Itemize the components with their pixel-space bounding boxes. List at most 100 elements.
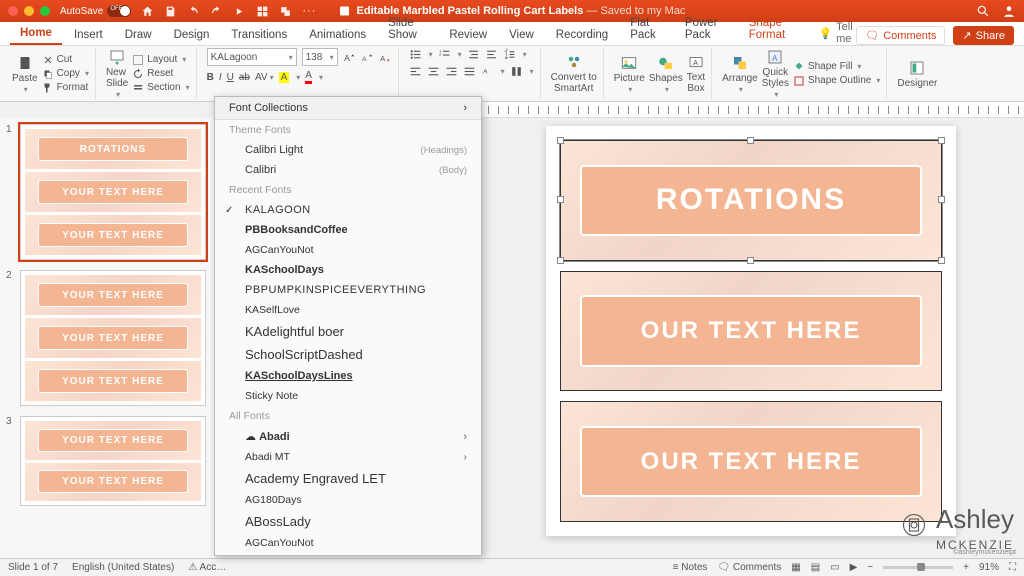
grow-font-icon[interactable]: A	[343, 51, 356, 64]
font-agcouchpotato[interactable]: AGCouchPotato	[215, 553, 481, 556]
font-calibri[interactable]: Calibri(Body)	[215, 160, 481, 180]
share-button[interactable]: ↗ Share	[953, 26, 1014, 45]
spacing-button[interactable]: AV▾	[255, 72, 274, 83]
view-reading-icon[interactable]: ▭	[830, 562, 839, 573]
cut-button[interactable]: Cut	[42, 54, 89, 66]
font-agcanyounot[interactable]: AGCanYouNot	[215, 240, 481, 260]
window-controls[interactable]	[8, 6, 50, 16]
font-pbbooks[interactable]: PBBooksandCoffee	[215, 220, 481, 240]
label-shape-2[interactable]: OUR TEXT HERE	[560, 271, 942, 392]
redo-icon[interactable]	[210, 5, 223, 18]
shrink-font-icon[interactable]: A	[361, 51, 374, 64]
undo-icon[interactable]	[187, 5, 200, 18]
font-abadi-mt[interactable]: Abadi MT›	[215, 447, 481, 467]
font-color-button[interactable]: A	[305, 70, 312, 84]
textbox-button[interactable]: AText Box	[687, 53, 705, 94]
tab-flatpack[interactable]: Flat Pack	[620, 13, 673, 45]
accessibility-indicator[interactable]: ⚠ Acc…	[188, 562, 226, 573]
shape-outline-button[interactable]: Shape Outline▾	[793, 75, 880, 87]
search-icon[interactable]	[976, 4, 990, 18]
justify-icon[interactable]	[463, 65, 476, 78]
zoom-slider[interactable]	[883, 566, 953, 569]
quick-styles-button[interactable]: AQuick Styles▾	[762, 48, 789, 99]
designer-button[interactable]: Designer	[897, 59, 937, 89]
font-kaselflove[interactable]: KASelfLove	[215, 300, 481, 320]
bullets-icon[interactable]	[409, 48, 422, 61]
tab-transitions[interactable]: Transitions	[221, 25, 297, 45]
align-center-icon[interactable]	[427, 65, 440, 78]
bold-button[interactable]: B	[207, 72, 214, 83]
view-sorter-icon[interactable]: ▤	[811, 562, 820, 573]
numbering-icon[interactable]: 12	[438, 48, 451, 61]
font-kaschooldayslines[interactable]: KASchoolDaysLines	[215, 366, 481, 386]
tab-animations[interactable]: Animations	[299, 25, 376, 45]
copy-button[interactable]: Copy▾	[42, 68, 89, 80]
font-ag180days[interactable]: AG180Days	[215, 490, 481, 510]
shape-fill-button[interactable]: Shape Fill▾	[793, 61, 880, 73]
shapes-button[interactable]: Shapes▾	[649, 54, 683, 94]
tab-insert[interactable]: Insert	[64, 25, 113, 45]
view-normal-icon[interactable]: ▦	[791, 562, 800, 573]
autosave-toggle[interactable]: AutoSave OFF	[60, 5, 131, 17]
layout-button[interactable]: Layout▾	[132, 54, 189, 66]
font-size-combo[interactable]: 138▾	[302, 48, 338, 66]
font-kaschooldays[interactable]: KASchoolDays	[215, 260, 481, 280]
indent-right-icon[interactable]	[485, 48, 498, 61]
comments-button[interactable]: 🗨 Comments	[856, 26, 945, 45]
font-collections-item[interactable]: Font Collections›	[215, 97, 481, 120]
zoom-out-icon[interactable]: −	[867, 562, 873, 573]
clear-format-icon[interactable]: A	[379, 51, 392, 64]
new-slide-button[interactable]: New Slide▾	[106, 48, 128, 99]
font-kalagoon[interactable]: ✓KALAGOON	[215, 200, 481, 220]
tab-view[interactable]: View	[499, 25, 544, 45]
tab-shape-format[interactable]: Shape Format	[739, 13, 809, 45]
highlight-button[interactable]: A	[279, 72, 290, 83]
notes-button[interactable]: ≡ Notes	[673, 562, 708, 573]
tab-home[interactable]: Home	[10, 23, 62, 45]
font-calibri-light[interactable]: Calibri Light(Headings)	[215, 140, 481, 160]
minimize-icon[interactable]	[24, 6, 34, 16]
underline-button[interactable]: U	[227, 72, 234, 83]
strike-button[interactable]: ab	[239, 72, 250, 83]
fit-window-icon[interactable]: ⛶	[1009, 562, 1016, 573]
zoom-in-icon[interactable]: +	[963, 562, 969, 573]
font-name-combo[interactable]: KALagoon▾	[207, 48, 297, 66]
columns-icon[interactable]	[510, 65, 523, 78]
fullscreen-icon[interactable]	[40, 6, 50, 16]
font-abadi[interactable]: ☁ Abadi›	[215, 426, 481, 447]
layers-icon[interactable]	[256, 5, 269, 18]
account-icon[interactable]	[1002, 4, 1016, 18]
tab-draw[interactable]: Draw	[115, 25, 162, 45]
font-pbpumpkin[interactable]: PBPUMPKINSPICEEVERYTHING	[215, 280, 481, 300]
line-spacing-icon[interactable]	[503, 48, 516, 61]
present-icon[interactable]	[233, 5, 246, 18]
thumbnail-1[interactable]: ROTATIONS YOUR TEXT HERE YOUR TEXT HERE	[20, 124, 206, 260]
font-kadelightful[interactable]: KAdelightful boer	[215, 320, 481, 343]
italic-button[interactable]: I	[219, 72, 222, 83]
thumbnail-3[interactable]: YOUR TEXT HERE YOUR TEXT HERE	[20, 416, 206, 506]
arrange-button[interactable]: Arrange▾	[722, 54, 758, 94]
thumbnail-2[interactable]: YOUR TEXT HERE YOUR TEXT HERE YOUR TEXT …	[20, 270, 206, 406]
reset-button[interactable]: Reset	[132, 68, 189, 80]
section-button[interactable]: Section▾	[132, 82, 189, 94]
tab-powerpack[interactable]: Power Pack	[675, 13, 737, 45]
font-agcanyounot2[interactable]: AGCanYouNot	[215, 533, 481, 553]
comments-button-status[interactable]: 🗨 Comments	[717, 562, 781, 573]
tab-review[interactable]: Review	[439, 25, 497, 45]
align-left-icon[interactable]	[409, 65, 422, 78]
tab-slideshow[interactable]: Slide Show	[378, 13, 437, 45]
more-icon[interactable]: ···	[302, 5, 316, 17]
font-abosslady[interactable]: ABossLady	[215, 510, 481, 533]
home-icon[interactable]	[141, 5, 154, 18]
text-direction-icon[interactable]: A	[481, 65, 494, 78]
align-right-icon[interactable]	[445, 65, 458, 78]
zoom-level[interactable]: 91%	[979, 562, 999, 573]
save-icon[interactable]	[164, 5, 177, 18]
font-dropdown[interactable]: Font Collections› Theme Fonts Calibri Li…	[214, 96, 482, 556]
font-stickynote[interactable]: Sticky Note	[215, 386, 481, 406]
label-shape-3[interactable]: OUR TEXT HERE	[560, 401, 942, 522]
indent-left-icon[interactable]	[467, 48, 480, 61]
font-schoolscript[interactable]: SchoolScriptDashed	[215, 343, 481, 366]
format-painter-button[interactable]: Format	[42, 82, 89, 94]
smartart-button[interactable]: Convert to SmartArt	[551, 53, 597, 94]
